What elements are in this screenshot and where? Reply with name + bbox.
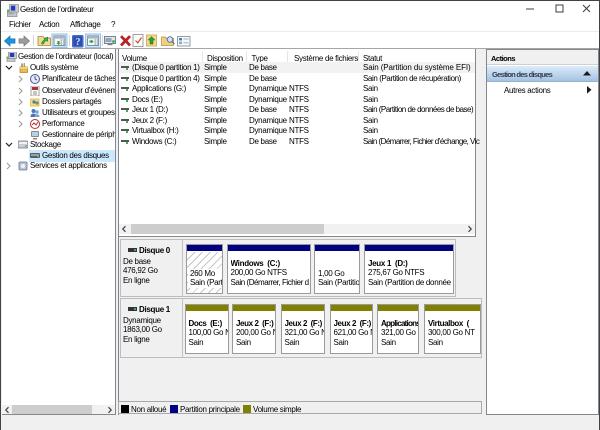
svg-text:?: ? (75, 37, 80, 48)
